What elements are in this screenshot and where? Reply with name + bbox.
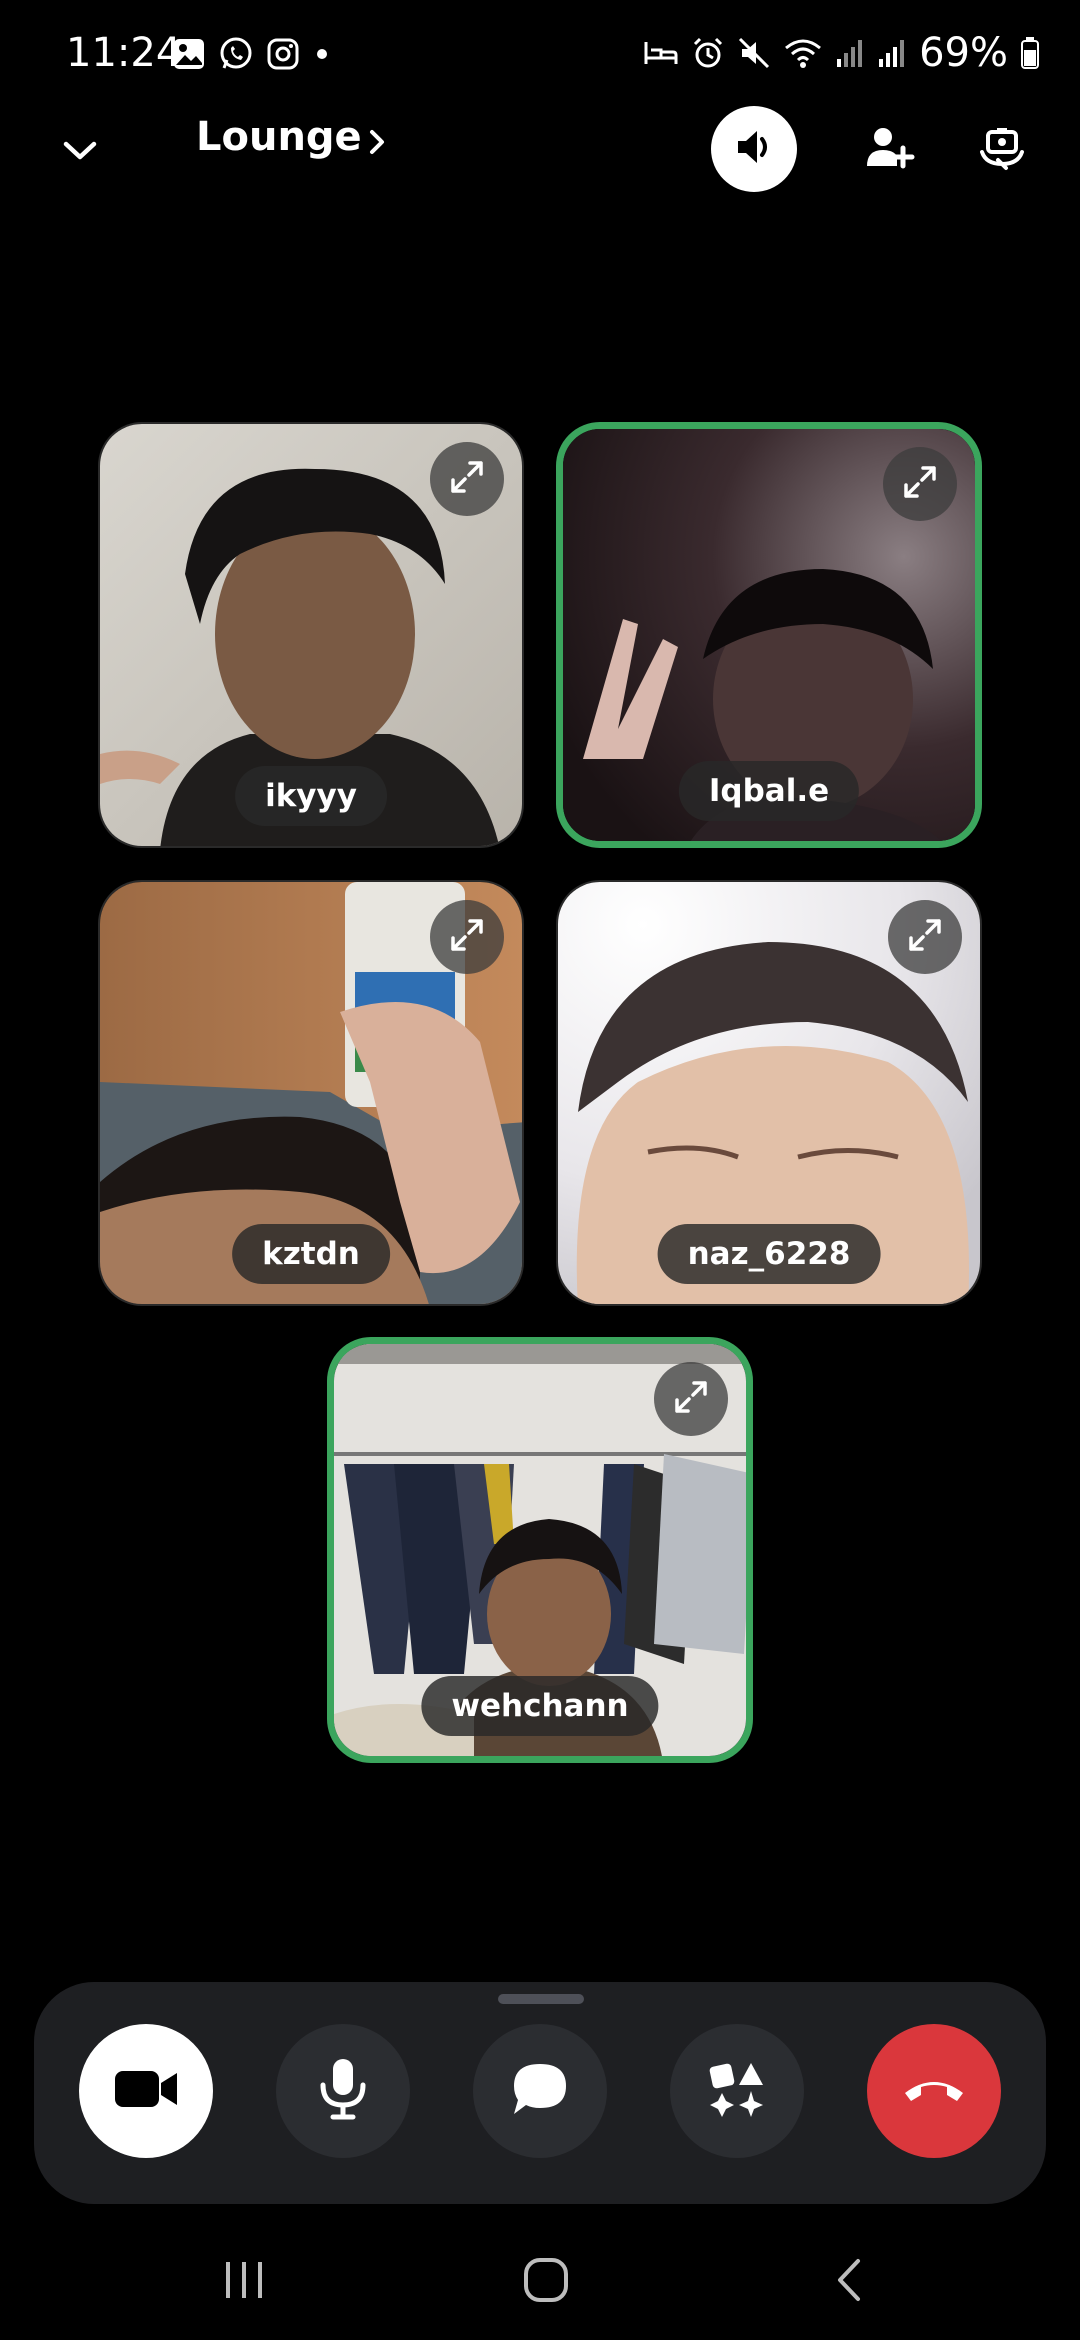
add-user-icon [863,124,917,177]
recents-button[interactable] [204,2250,284,2314]
alarm-icon [691,36,725,70]
participant-name: Iqbal.e [678,761,860,821]
speaker-button[interactable] [711,106,797,192]
recents-icon [220,2258,268,2307]
participant-name: kztdn [232,1224,390,1284]
expand-icon [447,457,487,502]
expand-button[interactable] [430,900,504,974]
microphone-icon [317,2057,369,2126]
system-status-icons: 69% [643,30,1040,76]
status-time: 11:24 [66,30,182,76]
switch-camera-button[interactable] [962,110,1042,190]
bed-icon [643,38,679,68]
voice-call-screen: 11:24 69% Lounge ikyyy Iqbal.e kztdn naz… [0,0,1080,2340]
end-call-icon [901,2069,967,2114]
camera-button[interactable] [79,2024,213,2158]
expand-button[interactable] [888,900,962,974]
back-button[interactable] [810,2250,890,2314]
dot-icon [312,44,332,64]
instagram-icon [266,37,300,71]
notification-icons [172,36,332,72]
chat-button[interactable] [473,2024,607,2158]
whatsapp-icon [218,36,254,72]
expand-button[interactable] [654,1362,728,1436]
signal-icon [835,37,865,69]
camera-icon [113,2065,179,2118]
participant-tile[interactable]: kztdn [98,880,524,1306]
add-user-button[interactable] [850,110,930,190]
battery-percent: 69% [919,30,1008,76]
end-call-button[interactable] [867,2024,1001,2158]
mute-icon [737,36,771,70]
expand-icon [447,915,487,960]
chat-icon [510,2060,570,2123]
switch-camera-icon [976,124,1028,177]
participant-name: naz_6228 [657,1224,881,1284]
activities-button[interactable] [670,2024,804,2158]
expand-button[interactable] [430,442,504,516]
gallery-icon [172,37,206,71]
participant-tile[interactable]: naz_6228 [556,880,982,1306]
speaker-icon [730,123,778,176]
chevron-down-icon[interactable] [56,126,104,174]
participant-name: ikyyy [235,766,387,826]
home-button[interactable] [506,2250,586,2314]
drag-handle[interactable] [498,1994,584,2004]
battery-icon [1020,36,1040,70]
status-bar: 11:24 69% [0,0,1080,110]
call-controls-panel [34,1982,1046,2204]
expand-icon [905,915,945,960]
participant-name: wehchann [421,1676,659,1736]
expand-icon [671,1377,711,1422]
expand-button[interactable] [883,447,957,521]
call-header: Lounge [0,100,1080,200]
participant-tile[interactable]: wehchann [327,1337,753,1763]
participant-tile[interactable]: ikyyy [98,422,524,848]
participant-tile[interactable]: Iqbal.e [556,422,982,848]
back-icon [830,2255,870,2310]
signal-icon [877,37,907,69]
channel-title[interactable]: Lounge [196,114,362,160]
activities-icon [707,2059,767,2124]
system-navigation-bar [0,2220,1080,2340]
wifi-icon [783,36,823,70]
home-icon [521,2255,571,2310]
chevron-right-icon[interactable] [362,122,392,162]
microphone-button[interactable] [276,2024,410,2158]
expand-icon [900,462,940,507]
